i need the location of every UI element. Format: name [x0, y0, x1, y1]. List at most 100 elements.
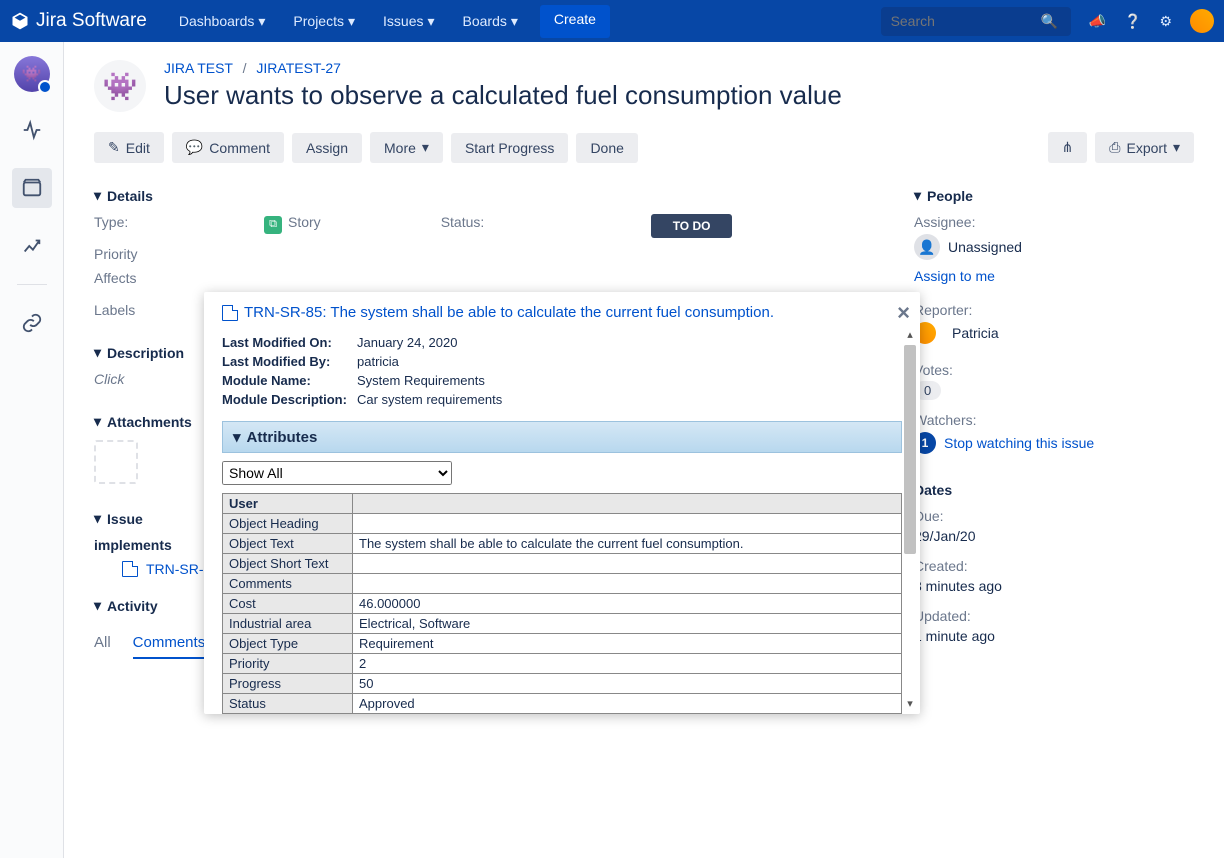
overlay-meta-row: Module Name:System Requirements	[222, 373, 902, 388]
top-navigation: Jira Software Dashboards ▾ Projects ▾ Is…	[0, 0, 1224, 42]
stop-watching-link[interactable]: Stop watching this issue	[944, 435, 1094, 451]
scroll-up-icon[interactable]: ▴	[907, 328, 913, 341]
document-icon	[122, 561, 138, 577]
chevron-down-icon: ▾	[94, 597, 101, 614]
issue-toolbar: ✎Edit 💬Comment Assign More ▾ Start Progr…	[94, 132, 1194, 163]
attribute-row: Object TypeRequirement	[223, 634, 902, 654]
unassigned-avatar-icon: 👤	[914, 234, 940, 260]
main-content: 👾 JIRA TEST / JIRATEST-27 User wants to …	[64, 42, 1224, 858]
more-button[interactable]: More ▾	[370, 132, 443, 163]
tab-all[interactable]: All	[94, 628, 111, 659]
settings-icon[interactable]: ⚙	[1159, 13, 1172, 30]
scroll-thumb[interactable]	[904, 345, 916, 554]
story-icon: ⧉	[264, 216, 282, 234]
assign-to-me-link[interactable]: Assign to me	[914, 268, 1194, 284]
comment-icon: 💬	[186, 139, 203, 156]
search-box[interactable]: 🔍	[881, 7, 1071, 36]
scroll-track[interactable]	[902, 345, 918, 693]
attribute-row: Object Short Text	[223, 554, 902, 574]
logo-text: Jira Software	[36, 10, 147, 32]
page-title: User wants to observe a calculated fuel …	[164, 80, 842, 111]
feedback-icon[interactable]: 📣	[1089, 13, 1106, 30]
attribute-row: Comments	[223, 574, 902, 594]
edit-button[interactable]: ✎Edit	[94, 132, 164, 163]
nav-boards[interactable]: Boards ▾	[451, 5, 530, 38]
updated-value: 1 minute ago	[914, 628, 1194, 644]
overlay-meta-row: Last Modified On:January 24, 2020	[222, 335, 902, 350]
breadcrumb-project[interactable]: JIRA TEST	[164, 60, 233, 76]
created-value: 3 minutes ago	[914, 578, 1194, 594]
assign-button[interactable]: Assign	[292, 133, 362, 163]
chevron-down-icon: ▾	[94, 187, 101, 204]
board-icon[interactable]	[12, 168, 52, 208]
attachment-dropzone[interactable]	[94, 440, 138, 484]
type-value: ⧉Story	[264, 214, 321, 238]
attribute-row: Priority2	[223, 654, 902, 674]
activity-icon[interactable]	[12, 110, 52, 150]
nav-projects[interactable]: Projects ▾	[281, 5, 367, 38]
attribute-row: Object Heading	[223, 514, 902, 534]
chevron-down-icon: ▾	[1173, 139, 1180, 156]
chevron-down-icon: ▾	[94, 413, 101, 430]
pencil-icon: ✎	[108, 139, 120, 156]
done-button[interactable]: Done	[576, 133, 637, 163]
watchers-label: Watchers:	[914, 412, 1194, 428]
share-button[interactable]: ⋔	[1048, 132, 1088, 163]
priority-label: Priority	[94, 246, 264, 262]
chevron-down-icon: ▾	[348, 13, 355, 30]
link-icon[interactable]	[12, 303, 52, 343]
attribute-row: Progress50	[223, 674, 902, 694]
chevron-down-icon: ▾	[427, 13, 434, 30]
tab-comments[interactable]: Comments	[133, 628, 206, 659]
status-badge: TO DO	[651, 214, 733, 238]
votes-label: Votes:	[914, 362, 1194, 378]
left-sidebar: 👾	[0, 42, 64, 858]
search-input[interactable]	[891, 13, 1041, 29]
export-icon: ⎙	[1109, 139, 1120, 156]
chevron-down-icon: ▾	[258, 13, 265, 30]
overlay-meta-row: Last Modified By:patricia	[222, 354, 902, 369]
reporter-label: Reporter:	[914, 302, 1194, 318]
profile-icon[interactable]	[1190, 9, 1214, 33]
attribute-row: Object TextThe system shall be able to c…	[223, 534, 902, 554]
chevron-down-icon: ▾	[422, 139, 429, 156]
jira-logo[interactable]: Jira Software	[10, 10, 147, 32]
document-icon	[222, 305, 238, 321]
people-section-header[interactable]: ▾People	[914, 187, 1194, 204]
chevron-down-icon: ▾	[94, 510, 101, 527]
nav-dashboards[interactable]: Dashboards ▾	[167, 5, 278, 38]
help-icon[interactable]: ❔	[1124, 13, 1141, 30]
details-section-header[interactable]: ▾Details	[94, 187, 874, 204]
scroll-down-icon[interactable]: ▾	[907, 697, 913, 710]
project-avatar-icon[interactable]: 👾	[14, 56, 50, 92]
chevron-down-icon: ▾	[94, 344, 101, 361]
attribute-row: Cost46.000000	[223, 594, 902, 614]
export-button[interactable]: ⎙ Export ▾	[1095, 132, 1194, 163]
chevron-down-icon: ▾	[511, 13, 518, 30]
chevron-down-icon: ▾	[233, 428, 241, 446]
updated-label: Updated:	[914, 608, 1194, 624]
chevron-down-icon: ▾	[914, 187, 921, 204]
requirement-preview-popup: × ▴ ▾ TRN-SR-85: The system shall be abl…	[204, 292, 920, 714]
created-label: Created:	[914, 558, 1194, 574]
nav-issues[interactable]: Issues ▾	[371, 5, 447, 38]
close-icon[interactable]: ×	[897, 300, 910, 326]
assignee-value: 👤 Unassigned	[914, 234, 1194, 260]
reporter-value: Patricia	[914, 322, 1194, 344]
due-label: Due:	[914, 508, 1194, 524]
overlay-scrollbar[interactable]: ▴ ▾	[902, 328, 918, 710]
attribute-filter-select[interactable]: Show All	[222, 461, 452, 485]
overlay-title-link[interactable]: TRN-SR-85: The system shall be able to c…	[222, 304, 902, 321]
breadcrumb-issue[interactable]: JIRATEST-27	[256, 60, 341, 76]
attributes-header[interactable]: ▾Attributes	[222, 421, 902, 453]
start-progress-button[interactable]: Start Progress	[451, 133, 568, 163]
nav-menu: Dashboards ▾ Projects ▾ Issues ▾ Boards …	[167, 5, 610, 38]
breadcrumb-sep: /	[243, 60, 247, 76]
type-label: Type:	[94, 214, 264, 238]
affects-label: Affects	[94, 270, 264, 286]
create-button[interactable]: Create	[540, 5, 610, 38]
comment-button[interactable]: 💬Comment	[172, 132, 284, 163]
reports-icon[interactable]	[12, 226, 52, 266]
attribute-row: Industrial areaElectrical, Software	[223, 614, 902, 634]
attributes-table: UserObject HeadingObject TextThe system …	[222, 493, 902, 714]
